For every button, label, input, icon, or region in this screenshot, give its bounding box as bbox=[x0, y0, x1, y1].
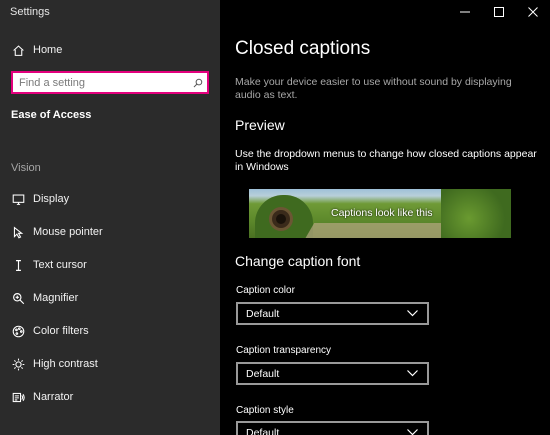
magnifier-icon bbox=[11, 291, 25, 305]
sidebar-item-mouse-pointer[interactable]: Mouse pointer bbox=[0, 217, 220, 247]
sidebar-item-label: Mouse pointer bbox=[33, 226, 103, 238]
close-button[interactable] bbox=[516, 0, 550, 24]
page-title: Closed captions bbox=[235, 38, 371, 59]
app-title: Settings bbox=[10, 6, 50, 18]
sidebar-item-label: High contrast bbox=[33, 358, 98, 370]
chevron-down-icon bbox=[407, 310, 419, 318]
page-description: Make your device easier to use without s… bbox=[235, 76, 512, 101]
sidebar-item-magnifier[interactable]: Magnifier bbox=[0, 283, 220, 313]
maximize-icon bbox=[494, 7, 504, 17]
main-panel: Closed captions Make your device easier … bbox=[220, 0, 550, 435]
sidebar-item-label: Display bbox=[33, 193, 70, 205]
window-controls bbox=[448, 0, 550, 24]
sidebar-item-color-filters[interactable]: Color filters bbox=[0, 316, 220, 346]
caption-transparency-label: Caption transparency bbox=[236, 345, 332, 356]
caption-color-dropdown[interactable]: Default bbox=[236, 302, 429, 325]
dropdown-value: Default bbox=[246, 367, 280, 380]
section-heading: Ease of Access bbox=[11, 109, 92, 121]
caption-transparency-dropdown[interactable]: Default bbox=[236, 362, 429, 385]
group-label-vision: Vision bbox=[11, 162, 41, 174]
home-icon bbox=[11, 43, 25, 57]
home-link[interactable]: Home bbox=[0, 35, 220, 65]
preview-door-inner bbox=[276, 214, 286, 224]
color-filters-icon bbox=[11, 324, 25, 338]
minimize-button[interactable] bbox=[448, 0, 482, 24]
sidebar-item-label: Narrator bbox=[33, 391, 74, 403]
monitor-icon bbox=[11, 192, 25, 206]
preview-instructions: Use the dropdown menus to change how clo… bbox=[235, 148, 537, 173]
high-contrast-icon bbox=[11, 357, 25, 371]
sidebar: Settings Home Ease of Access Vision Disp… bbox=[0, 0, 220, 435]
search-box[interactable] bbox=[11, 71, 209, 94]
sidebar-item-label: Magnifier bbox=[33, 292, 79, 304]
sidebar-item-high-contrast[interactable]: High contrast bbox=[0, 349, 220, 379]
chevron-down-icon bbox=[407, 429, 419, 435]
sidebar-item-text-cursor[interactable]: Text cursor bbox=[0, 250, 220, 280]
font-heading: Change caption font bbox=[235, 253, 361, 269]
dropdown-value: Default bbox=[246, 426, 280, 435]
sidebar-item-display[interactable]: Display bbox=[0, 184, 220, 214]
chevron-down-icon bbox=[407, 370, 419, 378]
narrator-icon bbox=[11, 390, 25, 404]
caption-style-dropdown[interactable]: Default bbox=[236, 421, 429, 435]
minimize-icon bbox=[460, 11, 470, 13]
caption-style-label: Caption style bbox=[236, 405, 294, 416]
text-cursor-icon bbox=[11, 258, 25, 272]
preview-heading: Preview bbox=[235, 117, 285, 133]
sidebar-item-label: Color filters bbox=[33, 325, 89, 337]
sidebar-item-label: Text cursor bbox=[33, 259, 87, 271]
search-input[interactable] bbox=[13, 73, 189, 92]
preview-caption-text: Captions look like this bbox=[331, 207, 433, 219]
maximize-button[interactable] bbox=[482, 0, 516, 24]
search-icon[interactable] bbox=[189, 78, 207, 88]
caption-preview-image: Captions look like this bbox=[249, 189, 511, 238]
preview-bush bbox=[441, 189, 511, 238]
caption-color-label: Caption color bbox=[236, 285, 295, 296]
mouse-pointer-icon bbox=[11, 225, 25, 239]
sidebar-item-narrator[interactable]: Narrator bbox=[0, 382, 220, 412]
close-icon bbox=[528, 7, 538, 17]
dropdown-value: Default bbox=[246, 307, 280, 320]
home-label: Home bbox=[33, 44, 63, 56]
